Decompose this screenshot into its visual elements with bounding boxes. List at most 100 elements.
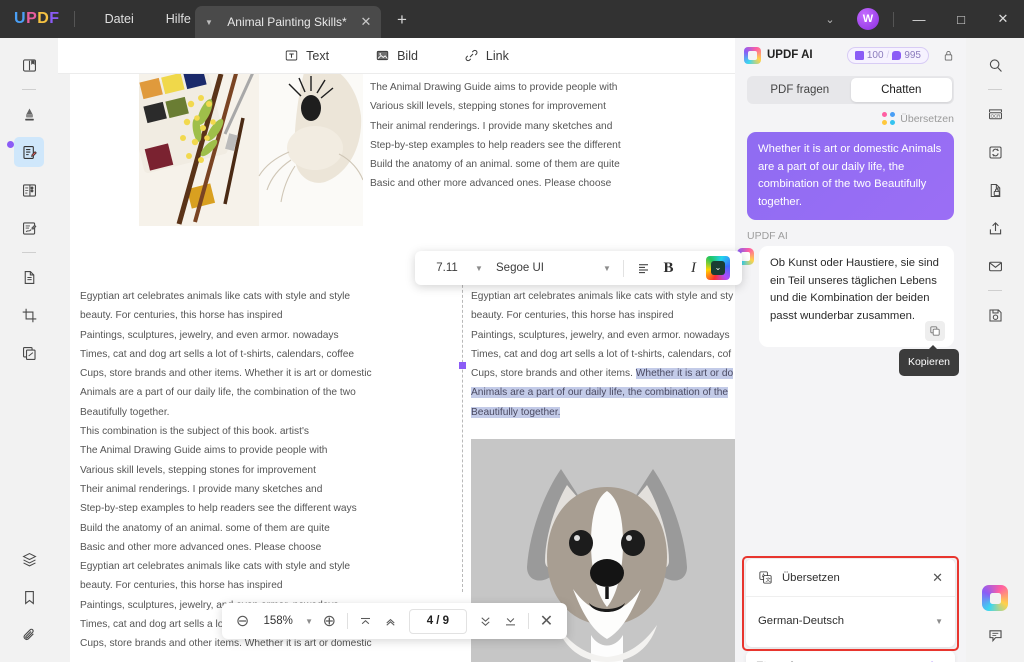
translate-card: A 文 Übersetzen ✕ German-Deutsch ▼ — [746, 559, 955, 647]
comment-icon[interactable] — [980, 620, 1010, 650]
tab-chatten[interactable]: Chatten — [851, 78, 953, 102]
text-color-picker[interactable]: ⌄ — [706, 256, 730, 280]
edit-tool-link[interactable]: Link — [464, 48, 509, 63]
left-toolbar-divider-2 — [22, 252, 36, 253]
right-toolbar-divider-2 — [988, 290, 1002, 291]
save-disk-icon[interactable] — [980, 300, 1010, 330]
titlebar-divider — [74, 11, 75, 27]
ai-credit-icon — [855, 51, 864, 60]
sidebar-item-reader-mode[interactable] — [14, 50, 44, 80]
ai-message-bubble: Ob Kunst oder Haustiere, sie sind ein Te… — [759, 246, 954, 347]
zoom-level-value[interactable]: 158% — [255, 615, 301, 627]
sidebar-item-layers[interactable] — [14, 544, 44, 574]
logo-letter-u: U — [14, 10, 26, 28]
right-toolbar-divider-1 — [988, 89, 1002, 90]
zoom-chevron-down-icon[interactable]: ▼ — [301, 617, 316, 626]
document-lock-icon[interactable] — [980, 175, 1010, 205]
doc-line: The Animal Drawing Guide aims to provide… — [80, 441, 410, 460]
edit-tool-text-label: Text — [306, 49, 329, 63]
sidebar-item-bookmarks[interactable] — [14, 582, 44, 612]
doc-line: Egyptian art celebrates animals like cat… — [471, 287, 735, 306]
sidebar-item-compare-pages[interactable] — [14, 338, 44, 368]
tab-pdf-fragen[interactable]: PDF fragen — [749, 78, 851, 102]
doc-line: The Animal Drawing Guide aims to provide… — [370, 78, 640, 97]
menu-datei[interactable]: Datei — [89, 6, 150, 32]
ai-message-text: Ob Kunst oder Haustiere, sie sind ein Te… — [770, 257, 939, 322]
tab-caret-icon[interactable]: ▼ — [203, 18, 215, 27]
selection-handle[interactable] — [459, 362, 466, 369]
window-controls: ⌄ W — □ ✕ — [813, 0, 1024, 38]
minimize-button[interactable]: — — [898, 0, 940, 38]
last-page-icon[interactable] — [498, 608, 523, 634]
text-format-toolbar[interactable]: 7.11 ▼ Segoe UI ▼ B I ⌄ — [415, 251, 742, 285]
sidebar-item-sign-tool[interactable] — [14, 213, 44, 243]
doc-line: Their animal renderings. I provide many … — [370, 117, 640, 136]
page-indicator[interactable]: 4 / 9 — [409, 609, 467, 634]
updf-logo: U P D F — [14, 10, 60, 28]
highlighted-text-2: Animals are a part of our daily life, th… — [471, 387, 728, 398]
close-pagenav-button[interactable]: ✕ — [534, 608, 559, 634]
italic-button[interactable]: I — [681, 256, 706, 281]
document-image-paints[interactable] — [139, 74, 363, 226]
search-icon[interactable] — [980, 50, 1010, 80]
page-navigation-bar[interactable]: ⊖ 158% ▼ ⊕ 4 / 9 — [222, 603, 567, 639]
language-select[interactable]: German-Deutsch ▼ — [746, 597, 955, 645]
maximize-button[interactable]: □ — [940, 0, 982, 38]
language-chevron-down-icon[interactable]: ▼ — [935, 617, 943, 626]
copy-icon[interactable] — [925, 321, 945, 341]
send-icon[interactable] — [929, 658, 945, 662]
first-page-icon[interactable] — [353, 608, 378, 634]
doc-line-highlight: Animals are a part of our daily life, th… — [471, 383, 735, 402]
bold-button[interactable]: B — [656, 256, 681, 281]
prev-page-icon[interactable] — [378, 608, 403, 634]
doc-line: Beautifully together. — [80, 403, 410, 422]
avatar[interactable]: W — [857, 8, 879, 30]
close-icon[interactable]: ✕ — [932, 570, 943, 586]
updf-ai-icon[interactable] — [982, 585, 1008, 611]
edit-tool-image[interactable]: Bild — [375, 48, 418, 63]
color-swatch-inner: ⌄ — [711, 261, 725, 275]
sidebar-item-highlight-tool[interactable] — [14, 99, 44, 129]
envelope-icon[interactable] — [980, 251, 1010, 281]
selection-left-border — [462, 260, 463, 592]
font-family-chevron-down-icon[interactable]: ▼ — [598, 264, 616, 273]
sidebar-item-crop-page[interactable] — [14, 300, 44, 330]
close-window-button[interactable]: ✕ — [982, 0, 1024, 38]
format-divider — [623, 260, 624, 277]
right-toolbar: OCR — [966, 38, 1024, 662]
zoom-in-button[interactable]: ⊕ — [317, 608, 342, 634]
sidebar-item-form-tool[interactable] — [14, 175, 44, 205]
edit-tool-text[interactable]: Text — [284, 48, 329, 63]
ai-credits-badge[interactable]: 100 / 995 — [847, 47, 929, 64]
document-right-column[interactable]: Egyptian art celebrates animals like cat… — [471, 287, 735, 422]
user-message-bubble: Whether it is art or domestic Animals ar… — [747, 132, 954, 220]
panel-drag-handle[interactable] — [7, 141, 14, 148]
ai-input-row[interactable] — [746, 651, 955, 662]
zoom-out-button[interactable]: ⊖ — [230, 608, 255, 634]
tab-close-icon[interactable]: ✕ — [359, 14, 373, 30]
pdf-page[interactable]: The Animal Drawing Guide aims to provide… — [70, 74, 735, 662]
doc-line: beauty. For centuries, this horse has in… — [80, 576, 410, 595]
translate-card-title: Übersetzen — [782, 572, 923, 584]
logo-letter-f: F — [49, 10, 59, 28]
sidebar-item-edit-pdf[interactable] — [14, 137, 44, 167]
copy-tooltip: Kopieren — [899, 349, 959, 377]
doc-line: Build the anatomy of an animal. some of … — [80, 519, 410, 538]
next-page-icon[interactable] — [473, 608, 498, 634]
document-tab[interactable]: ▼ Animal Painting Skills* ✕ — [195, 6, 381, 38]
sidebar-item-attachments[interactable] — [14, 620, 44, 650]
font-family-value[interactable]: Segoe UI — [488, 262, 598, 274]
font-size-value[interactable]: 7.11 — [424, 262, 470, 274]
chevron-down-icon[interactable]: ⌄ — [813, 13, 847, 26]
share-upload-icon[interactable] — [980, 213, 1010, 243]
sidebar-item-page-organize[interactable] — [14, 262, 44, 292]
ai-panel-title: UPDF AI — [767, 49, 813, 61]
align-left-icon[interactable] — [631, 256, 656, 281]
ai-message-row: Ob Kunst oder Haustiere, sie sind ein Te… — [747, 246, 954, 347]
new-tab-button[interactable]: + — [392, 10, 412, 30]
doc-plain-prefix: Cups, store brands and other items. — [471, 368, 636, 379]
lock-icon[interactable] — [942, 49, 955, 62]
convert-icon[interactable] — [980, 137, 1010, 167]
ocr-icon[interactable]: OCR — [980, 99, 1010, 129]
font-size-chevron-down-icon[interactable]: ▼ — [470, 264, 488, 273]
